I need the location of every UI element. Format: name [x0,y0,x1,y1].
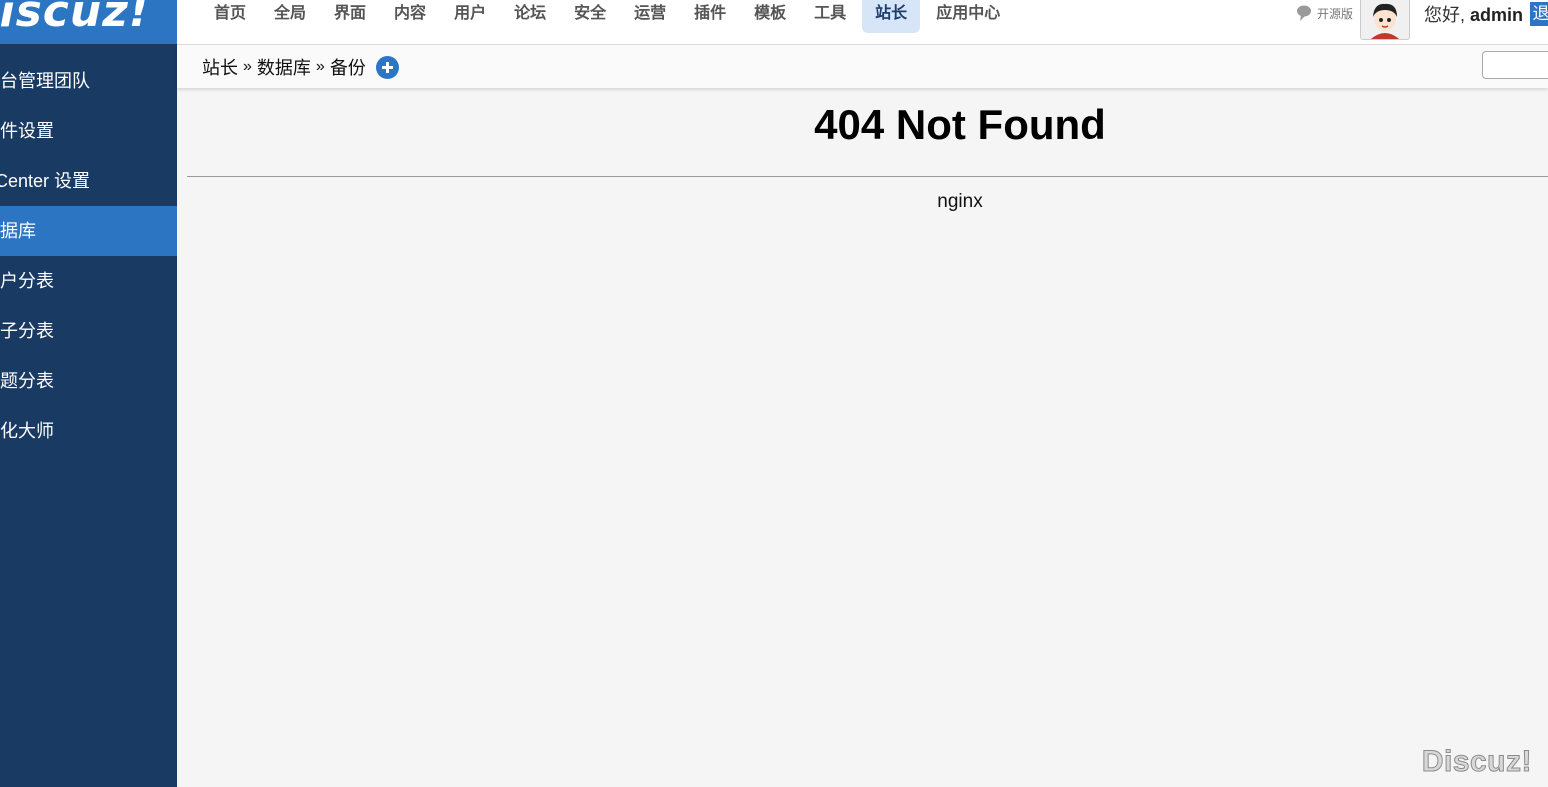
sidebar-item-admin-team[interactable]: 后台管理团队 [0,56,177,106]
admin-search-input[interactable] [1482,51,1548,79]
nav-content[interactable]: 内容 [382,0,438,33]
sidebar-item-database[interactable]: 数据库 [0,206,177,256]
breadcrumb-item[interactable]: 站长 [202,54,238,80]
nav-forum[interactable]: 论坛 [502,0,558,33]
server-name: nginx [937,191,983,212]
nav-style[interactable]: 界面 [322,0,378,33]
top-nav-bar: 首页 全局 界面 内容 用户 论坛 安全 运营 插件 模板 工具 站长 应用中心… [177,0,1548,45]
discuz-watermark: Discuz! [1421,745,1532,779]
greeting-text: 您好, [1424,5,1466,25]
breadcrumb-bar: 站长 » 数据库 » 备份 [177,45,1548,88]
nav-security[interactable]: 安全 [562,0,618,33]
sidebar-item-label: 用户分表 [0,271,54,291]
error-title: 404 Not Found [814,101,1106,148]
discuz-logo[interactable]: Discuz! [0,0,177,44]
sidebar-item-thread-tables[interactable]: 主题分表 [0,356,177,406]
avatar-icon [1361,0,1409,39]
sidebar-item-ucenter[interactable]: UCenter 设置 [0,156,177,206]
nav-templates[interactable]: 模板 [742,0,798,33]
breadcrumb-separator: » [243,58,252,75]
sidebar-item-post-tables[interactable]: 帖子分表 [0,306,177,356]
nav-users[interactable]: 用户 [442,0,498,33]
user-avatar[interactable] [1360,0,1410,40]
breadcrumb: 站长 » 数据库 » 备份 [202,54,399,80]
sidebar-menu: 后台管理团队 邮件设置 UCenter 设置 数据库 用户分表 帖子分表 主题分… [0,56,177,456]
breadcrumb-item[interactable]: 数据库 [257,54,311,80]
sidebar-item-label: 数据库 [0,221,36,241]
nav-operation[interactable]: 运营 [622,0,678,33]
admin-sidebar: Discuz! 后台管理团队 邮件设置 UCenter 设置 数据库 用户分表 … [0,0,177,787]
sidebar-item-label: 优化大师 [0,421,54,441]
username: admin [1470,5,1524,25]
nav-plugins[interactable]: 插件 [682,0,738,33]
nav-tools[interactable]: 工具 [802,0,858,33]
divider [187,176,1548,177]
nav-app-center[interactable]: 应用中心 [924,0,1012,33]
sidebar-item-label: 后台管理团队 [0,71,90,91]
sidebar-item-mail-settings[interactable]: 邮件设置 [0,106,177,156]
breadcrumb-item[interactable]: 备份 [330,54,366,80]
sidebar-item-label: 主题分表 [0,371,54,391]
user-greeting: 您好, admin [1424,1,1523,27]
open-source-link[interactable]: 开源版 [1295,3,1353,23]
speech-bubble-icon [1297,5,1311,21]
sidebar-item-optimizer[interactable]: 优化大师 [0,406,177,456]
sidebar-item-label: UCenter 设置 [0,171,91,191]
main-nav: 首页 全局 界面 内容 用户 论坛 安全 运营 插件 模板 工具 站长 应用中心 [202,0,1016,33]
nav-webmaster[interactable]: 站长 [862,0,921,33]
open-source-label: 开源版 [1317,6,1354,21]
sidebar-item-label: 帖子分表 [0,321,54,341]
nav-home[interactable]: 首页 [202,0,258,33]
logout-button[interactable]: 退出 [1530,2,1548,26]
add-shortcut-plus-icon[interactable] [375,55,399,79]
logo-text: Discuz! [0,0,150,37]
main-frame: 404 Not Found nginx [187,89,1548,787]
breadcrumb-separator: » [315,58,325,75]
nav-global[interactable]: 全局 [262,0,318,33]
sidebar-item-label: 邮件设置 [0,121,54,141]
sidebar-item-user-tables[interactable]: 用户分表 [0,256,177,306]
